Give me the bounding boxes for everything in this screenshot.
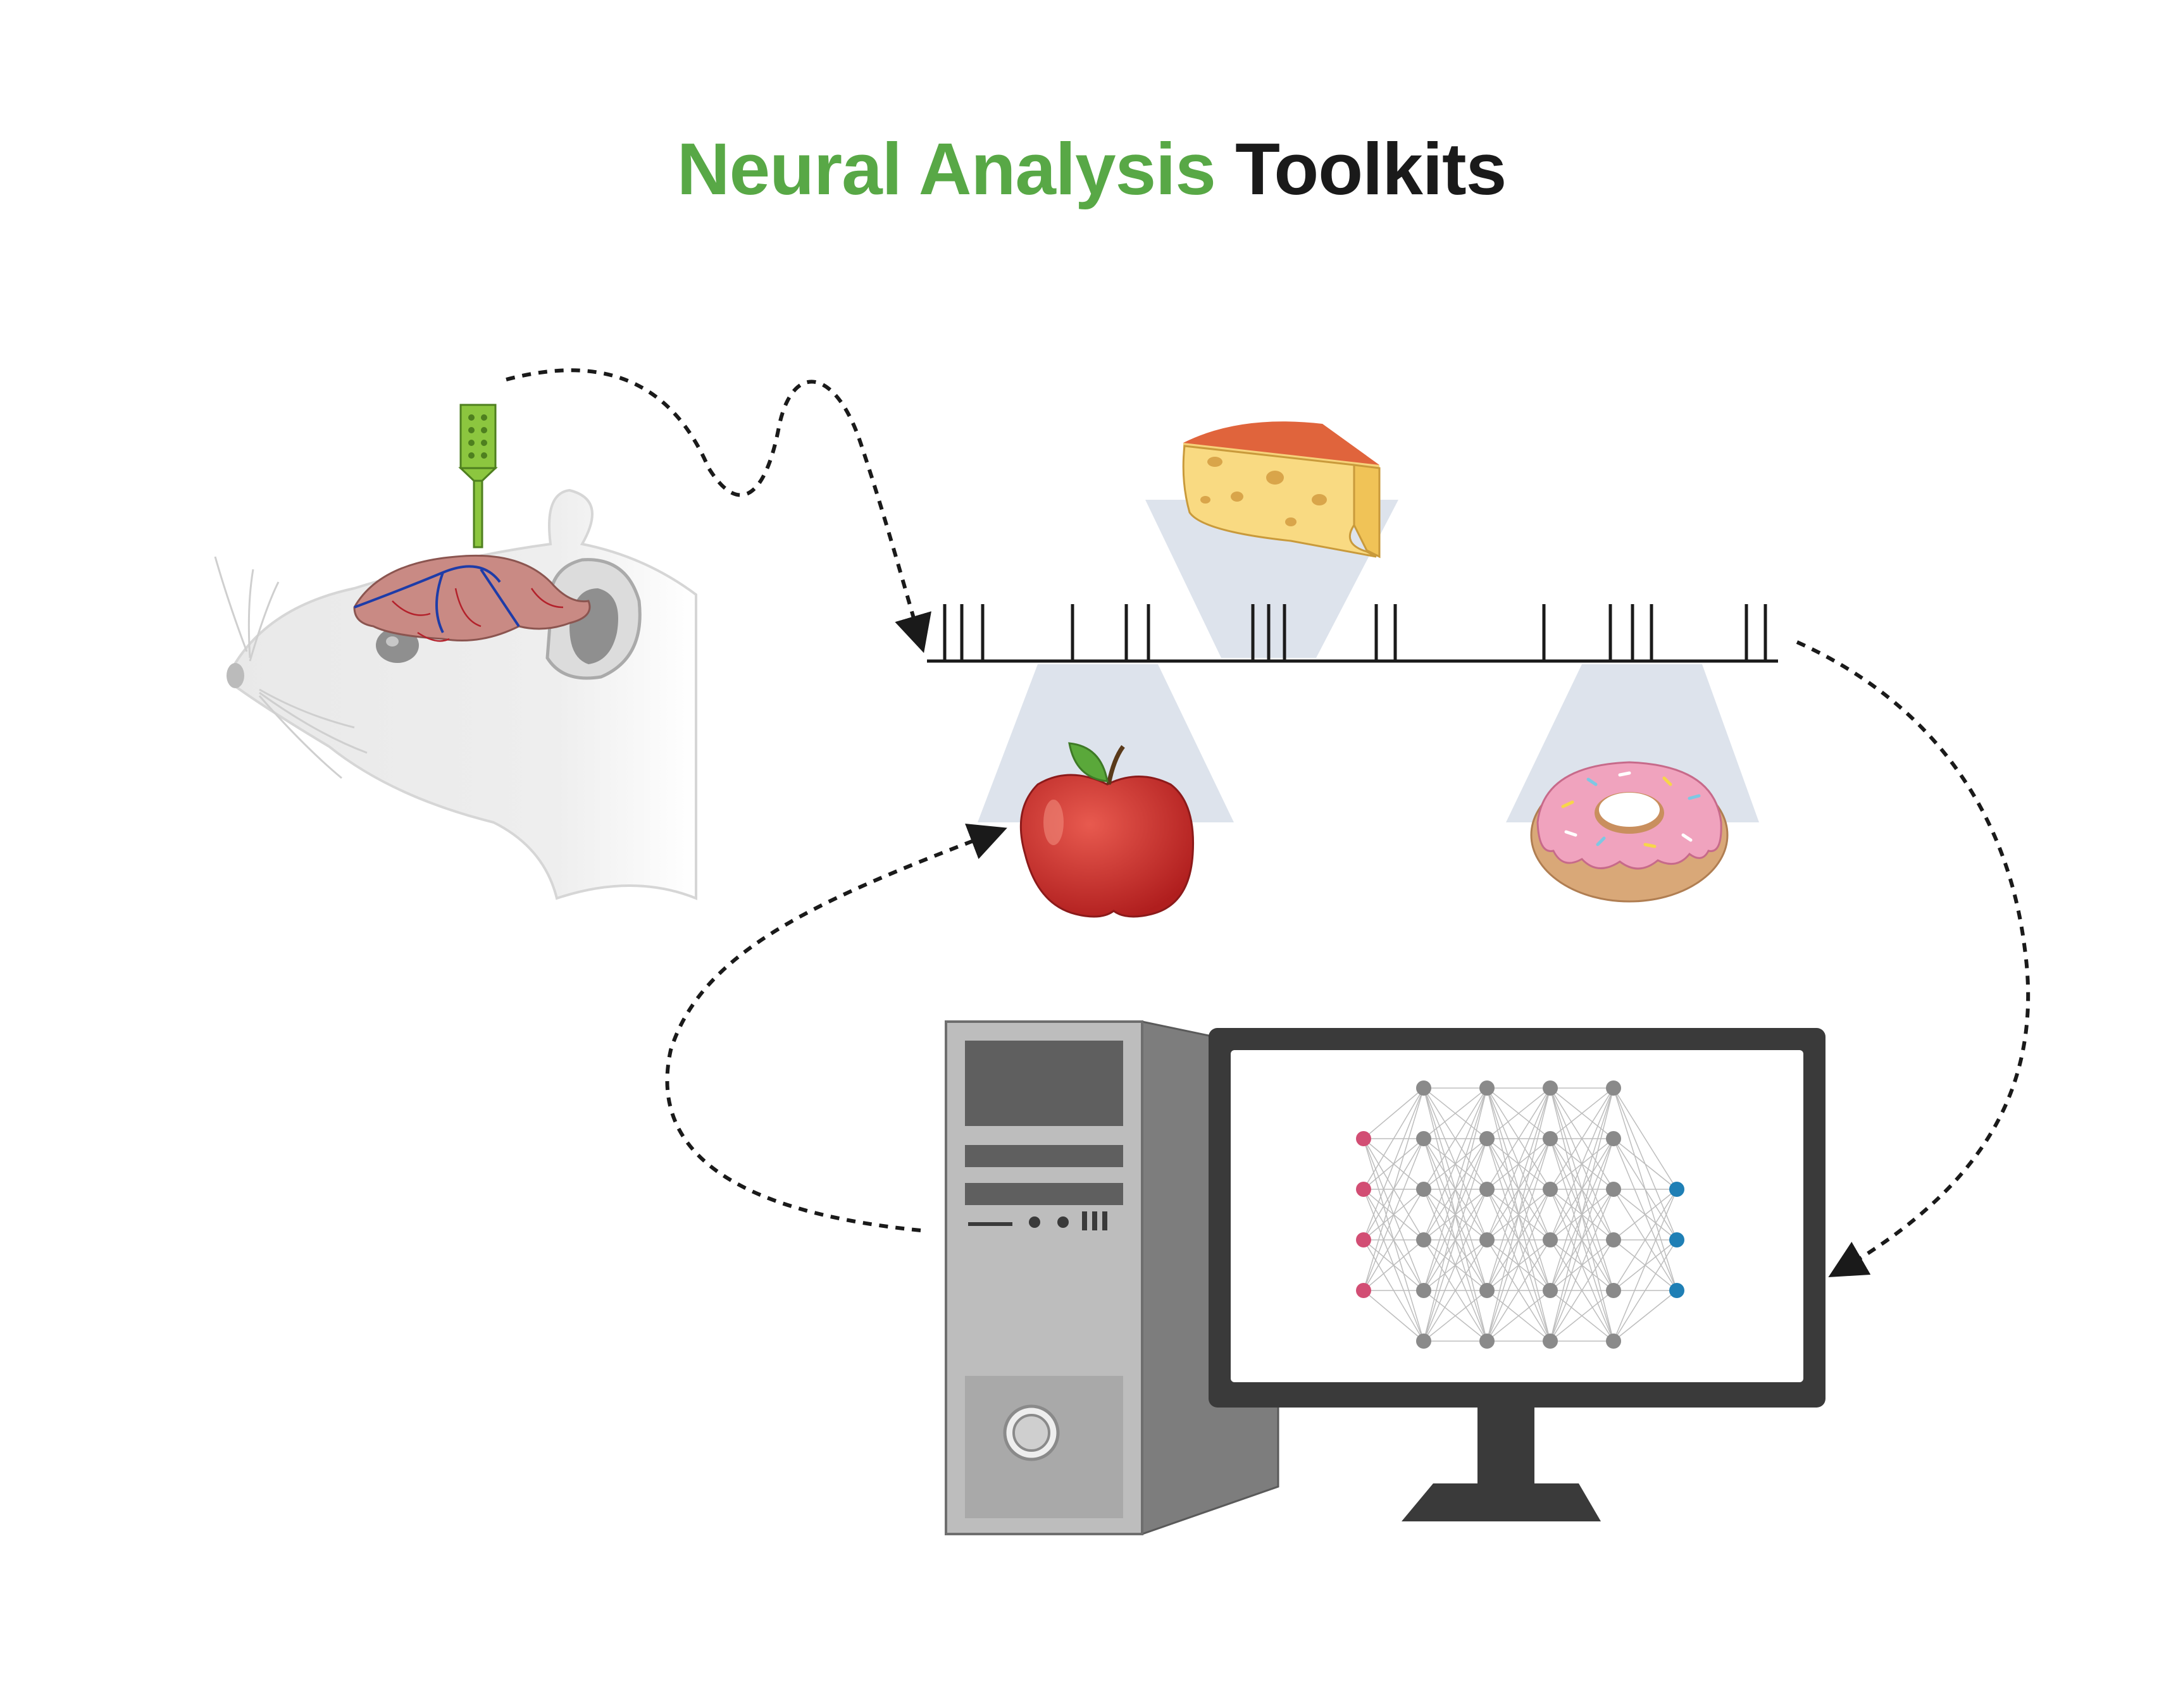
nn-hidden-node (1606, 1080, 1621, 1096)
nn-input-node (1356, 1283, 1371, 1298)
nn-hidden-node (1479, 1232, 1495, 1247)
nn-hidden-node (1416, 1131, 1431, 1146)
donut-icon (1530, 761, 1729, 903)
spike-train (927, 604, 1778, 663)
nn-hidden-node (1543, 1131, 1558, 1146)
nn-hidden-node (1479, 1283, 1495, 1298)
nn-hidden-node (1606, 1283, 1621, 1298)
nn-hidden-node (1606, 1182, 1621, 1197)
nn-output-node (1669, 1182, 1684, 1197)
nn-output-node (1669, 1232, 1684, 1247)
nn-input-node (1356, 1131, 1371, 1146)
nn-hidden-node (1416, 1334, 1431, 1349)
nn-hidden-node (1606, 1232, 1621, 1247)
mouse-icon (214, 404, 697, 900)
nn-hidden-node (1543, 1283, 1558, 1298)
nn-hidden-node (1479, 1182, 1495, 1197)
nn-hidden-node (1543, 1232, 1558, 1247)
nn-hidden-node (1479, 1334, 1495, 1349)
nn-hidden-node (1416, 1283, 1431, 1298)
arrow-spikes-to-monitor (1796, 640, 2031, 1278)
nn-hidden-node (1416, 1182, 1431, 1197)
monitor-icon (1209, 1028, 1825, 1521)
probe-icon (458, 404, 498, 548)
nn-hidden-node (1479, 1131, 1495, 1146)
nn-output-node (1669, 1283, 1684, 1298)
nn-hidden-node (1543, 1182, 1558, 1197)
nn-hidden-node (1416, 1232, 1431, 1247)
nn-input-node (1356, 1232, 1371, 1247)
nn-hidden-node (1543, 1334, 1558, 1349)
nn-hidden-node (1543, 1080, 1558, 1096)
nn-input-node (1356, 1182, 1371, 1197)
nn-hidden-node (1416, 1080, 1431, 1096)
diagram-canvas (214, 368, 2031, 1536)
nn-hidden-node (1479, 1080, 1495, 1096)
nn-hidden-node (1606, 1131, 1621, 1146)
nn-hidden-node (1606, 1334, 1621, 1349)
